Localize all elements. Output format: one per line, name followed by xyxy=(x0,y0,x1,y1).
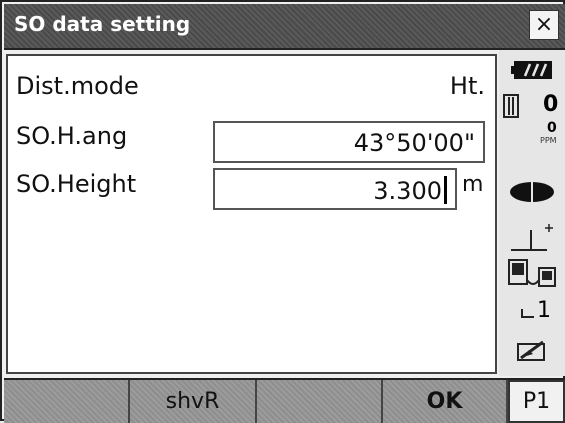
ok-label: OK xyxy=(426,389,463,414)
so-h-ang-label: SO.H.ang xyxy=(16,122,128,150)
so-height-unit: m xyxy=(462,172,484,197)
title-bar: SO data setting × xyxy=(4,4,565,50)
status-bar: 0 0 PPM 1 xyxy=(499,50,565,376)
input-mode-icon[interactable] xyxy=(521,304,535,323)
ppm-label: PPM xyxy=(540,136,557,145)
shvr-label: shvR xyxy=(165,389,220,414)
text-cursor xyxy=(444,176,447,204)
communication-icon[interactable] xyxy=(507,258,557,294)
shvr-softkey[interactable]: shvR xyxy=(130,380,257,423)
memory-icon[interactable] xyxy=(517,340,547,366)
so-height-label: SO.Height xyxy=(16,170,137,198)
battery-icon[interactable] xyxy=(511,60,553,84)
channel-number: 1 xyxy=(537,298,551,323)
laser-icon[interactable] xyxy=(509,180,555,208)
so-h-ang-field[interactable]: 43°50'00" xyxy=(213,121,485,163)
tilt-icon[interactable] xyxy=(509,220,555,258)
so-height-field[interactable]: 3.300 xyxy=(213,168,457,210)
dist-mode-label: Dist.mode xyxy=(16,72,139,100)
window-title: SO data setting xyxy=(14,12,191,36)
prism-icon[interactable] xyxy=(503,94,519,122)
page-indicator-label: P1 xyxy=(522,389,551,414)
so-h-ang-value: 43°50'00" xyxy=(353,129,475,157)
ppm-value: 0 xyxy=(547,120,557,136)
close-icon: × xyxy=(534,12,554,37)
so-height-value: 3.300 xyxy=(373,177,442,205)
prism-constant: 0 xyxy=(543,92,559,117)
page-indicator[interactable]: P1 xyxy=(508,380,565,423)
dist-mode-value[interactable]: Ht. xyxy=(450,72,485,100)
form-panel: Dist.mode Ht. SO.H.ang 43°50'00" SO.Heig… xyxy=(6,54,497,374)
app-window: SO data setting × Dist.mode Ht. SO.H.ang… xyxy=(0,0,565,423)
softkey-bar: shvR OK P1 xyxy=(4,378,565,423)
softkey-3[interactable] xyxy=(257,380,383,423)
softkey-1[interactable] xyxy=(4,380,130,423)
close-button[interactable]: × xyxy=(529,10,559,40)
ok-softkey[interactable]: OK xyxy=(383,380,508,423)
